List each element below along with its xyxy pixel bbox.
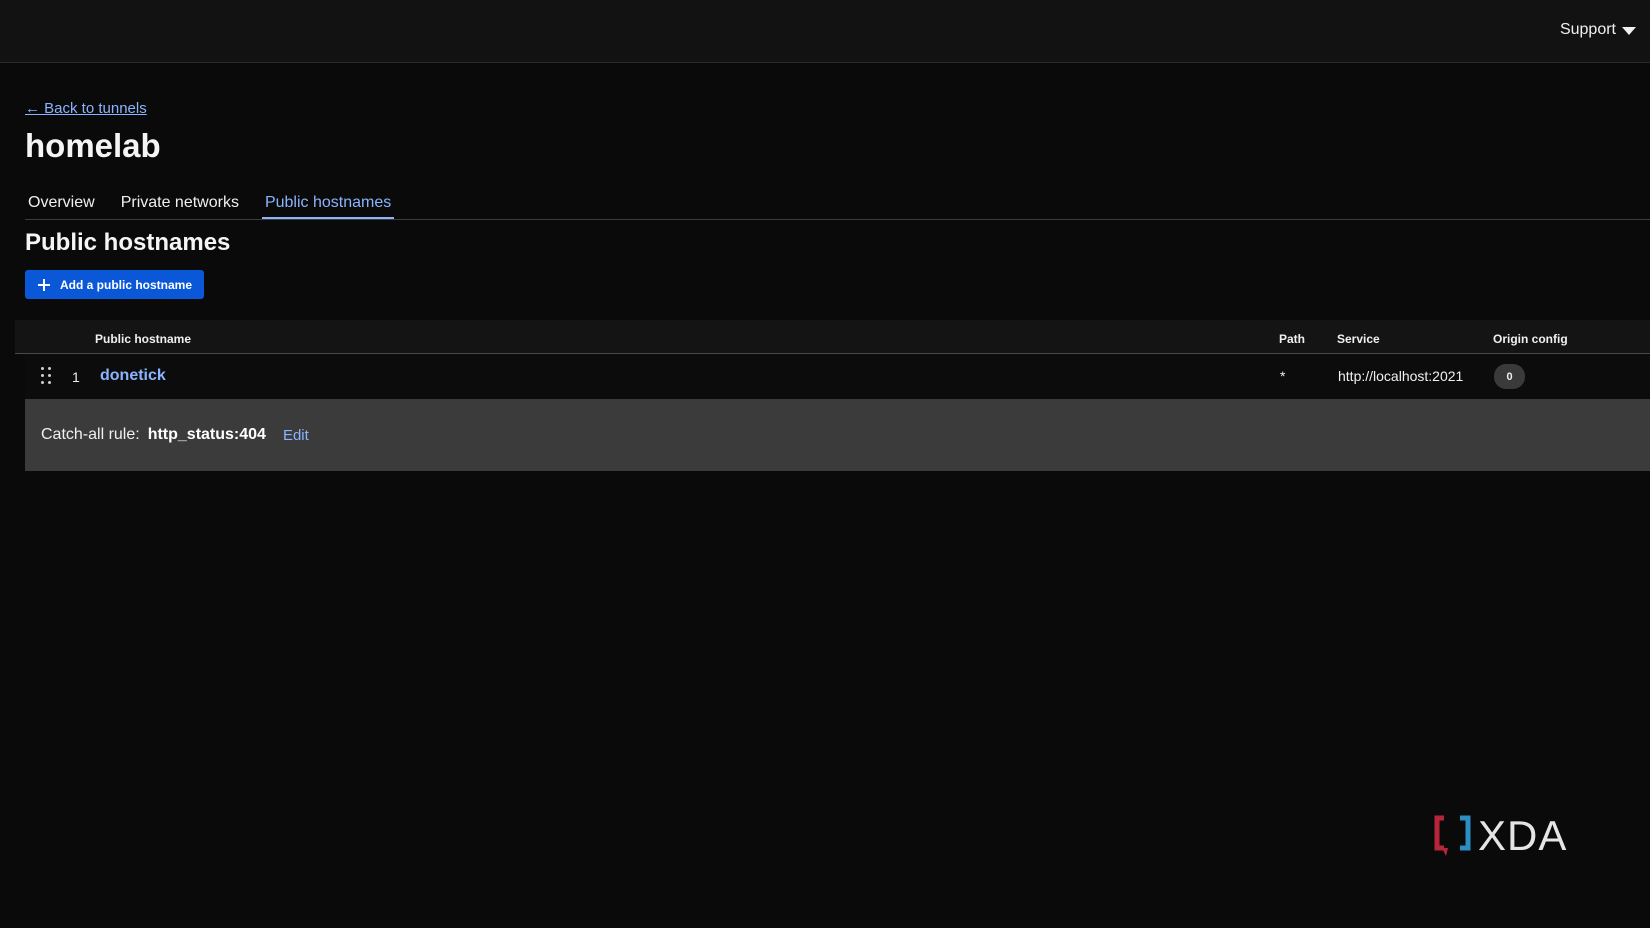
xda-watermark: XDA	[1434, 814, 1567, 858]
page-title: homelab	[25, 127, 161, 164]
table-row: 1 donetick * http://localhost:2021 0	[25, 354, 1650, 400]
catch-all-label: Catch-all rule:	[41, 426, 140, 443]
hostnames-table: Public hostname Path Service Origin conf…	[15, 320, 1650, 400]
tab-overview[interactable]: Overview	[25, 190, 98, 219]
column-header-path: Path	[1279, 332, 1306, 346]
plus-icon	[38, 278, 50, 291]
caret-down-icon	[1622, 27, 1636, 35]
column-header-service: Service	[1337, 332, 1380, 346]
tab-bar: Overview Private networks Public hostnam…	[25, 190, 1650, 220]
catch-all-edit-link[interactable]: Edit	[283, 427, 309, 444]
support-menu[interactable]: Support	[1560, 21, 1636, 39]
row-index: 1	[72, 369, 80, 385]
origin-config-badge[interactable]: 0	[1494, 364, 1525, 389]
row-service: http://localhost:2021	[1338, 368, 1464, 384]
xda-logo-icon	[1434, 815, 1471, 856]
back-to-tunnels-link[interactable]: ← Back to tunnels	[25, 100, 147, 117]
catch-all-value: http_status:404	[147, 426, 266, 443]
column-header-hostname: Public hostname	[95, 332, 192, 346]
column-header-origin: Origin config	[1493, 332, 1568, 346]
support-label: Support	[1559, 21, 1616, 38]
add-public-hostname-button[interactable]: Add a public hostname	[25, 270, 204, 299]
row-path: *	[1280, 368, 1286, 384]
tab-private-networks[interactable]: Private networks	[118, 190, 242, 219]
tab-public-hostnames[interactable]: Public hostnames	[261, 190, 395, 219]
watermark-text: XDA	[1478, 812, 1568, 859]
table-header: Public hostname Path Service Origin conf…	[15, 320, 1650, 354]
add-button-label: Add a public hostname	[60, 277, 193, 292]
catch-all-rule: Catch-all rule: http_status:404 Edit	[25, 399, 1650, 471]
section-title: Public hostnames	[25, 229, 231, 256]
drag-handle-icon[interactable]	[41, 367, 53, 387]
top-bar: Support	[0, 0, 1650, 63]
hostname-link[interactable]: donetick	[100, 367, 166, 385]
